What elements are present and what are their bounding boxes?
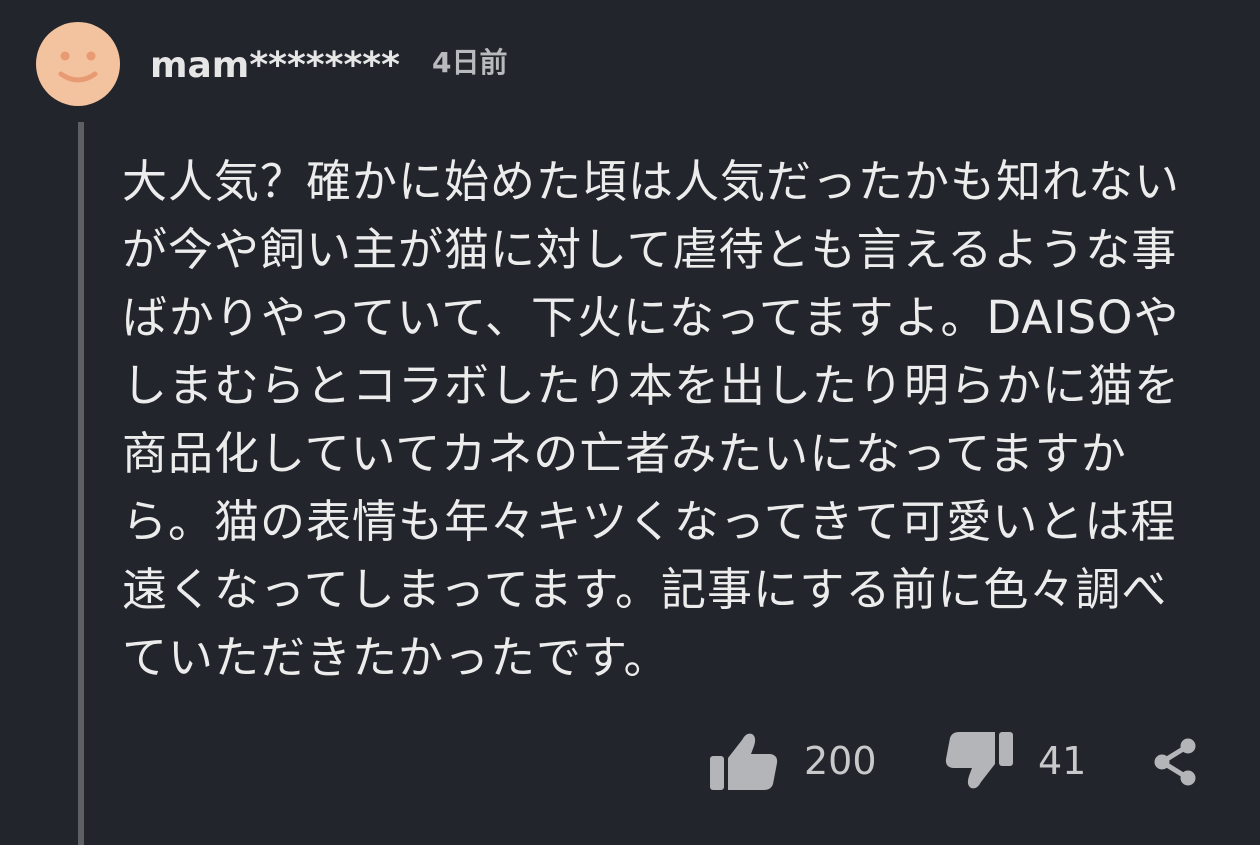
share-button[interactable] (1150, 736, 1202, 788)
timestamp: 4日前 (432, 46, 508, 79)
comment-line: ら。猫の表情も年々キツくなってきて可愛いとは程 (122, 495, 1177, 548)
dislike-count: 41 (1038, 739, 1087, 783)
smiley-face-icon (58, 51, 98, 83)
comment-line: ばかりやっていて、下火になってますよ。DAISOや (122, 291, 1180, 344)
comment-line: 遠くなってしまってます。記事にする前に色々調べ (122, 563, 1168, 616)
comment-line: 商品化していてカネの亡者みたいになってますか (122, 427, 1127, 480)
comment-line: 大人気？確かに始めた頃は人気だったかも知れない (122, 155, 1181, 208)
avatar[interactable] (36, 22, 120, 106)
username[interactable]: mam******** (150, 44, 400, 88)
comment-line: が今や飼い主が猫に対して虐待とも言えるような事 (122, 223, 1178, 276)
comment-line: しまむらとコラボしたり本を出したり明らかに猫を (122, 359, 1181, 412)
like-button[interactable] (708, 728, 780, 794)
thumbs-down-icon (945, 732, 1013, 789)
comment-text: 大人気？確かに始めた頃は人気だったかも知れない が今や飼い主が猫に対して虐待とも… (122, 148, 1222, 692)
comment-line: ていただきたかったです。 (122, 631, 670, 684)
thumbs-up-icon (710, 733, 778, 790)
thread-line (78, 122, 84, 845)
share-icon (1154, 738, 1196, 786)
dislike-button[interactable] (943, 730, 1015, 796)
like-count: 200 (804, 739, 877, 783)
